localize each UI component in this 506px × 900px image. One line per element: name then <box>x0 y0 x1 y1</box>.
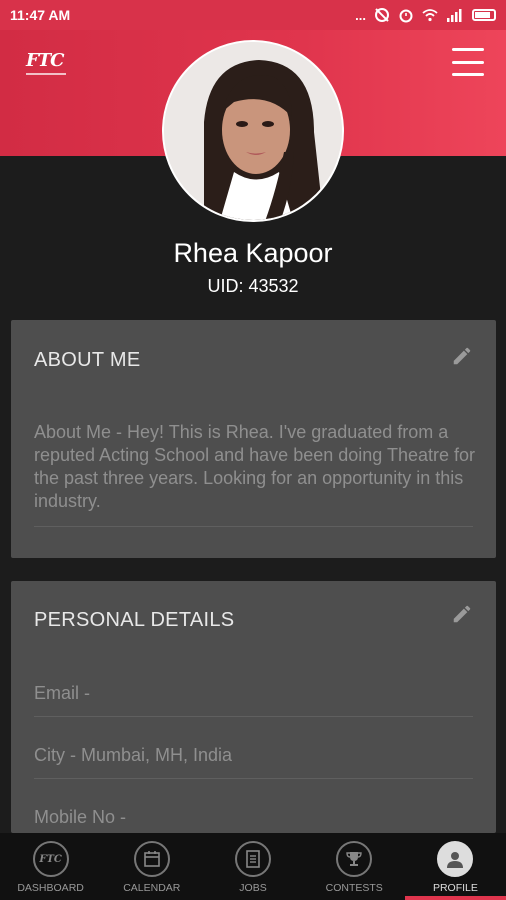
pencil-icon[interactable] <box>451 345 473 367</box>
person-icon <box>437 841 474 877</box>
profile-avatar[interactable] <box>162 40 344 222</box>
avatar-portrait <box>164 42 342 220</box>
document-icon <box>235 841 271 877</box>
wifi-icon <box>422 9 438 22</box>
more-dots-icon: ... <box>355 7 366 23</box>
calendar-glyph <box>143 851 160 867</box>
divider <box>34 716 473 717</box>
divider <box>34 526 473 527</box>
status-bar: 11:47 AM ... <box>0 0 506 30</box>
about-me-card: ABOUT ME About Me - Hey! This is Rhea. I… <box>11 320 496 558</box>
menu-line <box>452 48 484 51</box>
person-glyph <box>447 852 464 868</box>
about-me-text: About Me - Hey! This is Rhea. I've gradu… <box>34 422 475 511</box>
about-me-title: ABOUT ME <box>34 349 141 371</box>
email-field[interactable]: Email - <box>34 683 90 704</box>
signal-icon <box>447 9 462 22</box>
calendar-icon <box>133 841 170 877</box>
mobile-field[interactable]: Mobile No - <box>34 807 126 828</box>
profile-uid: UID: 43532 <box>207 276 299 296</box>
ftc-logo-icon: FTC <box>32 841 69 877</box>
alarm-icon <box>399 9 413 23</box>
nav-calendar[interactable]: CALENDAR <box>101 833 202 900</box>
nav-label: JOBS <box>239 882 267 894</box>
divider <box>34 778 473 779</box>
active-tab-indicator <box>404 896 506 900</box>
bottom-navigation: FTC DASHBOARD CALENDAR JOBS CONTESTS PRO… <box>0 833 506 900</box>
ftc-logo[interactable]: FTC <box>26 50 64 71</box>
nav-label: CALENDAR <box>123 882 181 894</box>
nav-dashboard[interactable]: FTC DASHBOARD <box>0 833 101 900</box>
pencil-icon[interactable] <box>451 603 473 625</box>
ftc-logo-icon-text: FTC <box>39 853 62 865</box>
nav-profile[interactable]: PROFILE <box>404 833 506 900</box>
nav-jobs[interactable]: JOBS <box>202 833 303 900</box>
nav-label: PROFILE <box>432 882 478 894</box>
battery-icon <box>472 9 496 21</box>
trophy-glyph <box>346 852 362 866</box>
nav-label: DASHBOARD <box>17 882 84 894</box>
menu-line <box>452 73 484 76</box>
nav-contests[interactable]: CONTESTS <box>304 833 405 900</box>
document-glyph <box>246 850 260 868</box>
personal-details-title: PERSONAL DETAILS <box>34 609 235 631</box>
menu-line <box>452 60 484 64</box>
logo-underline <box>26 73 66 75</box>
status-time: 11:47 AM <box>10 7 71 23</box>
status-icons: ... <box>355 7 496 23</box>
profile-name: Rhea Kapoor <box>173 238 333 268</box>
nav-label: CONTESTS <box>325 882 383 894</box>
trophy-icon <box>336 841 373 877</box>
sync-off-icon <box>375 8 389 22</box>
personal-details-card: PERSONAL DETAILS Email - City - Mumbai, … <box>11 581 496 833</box>
city-field[interactable]: City - Mumbai, MH, India <box>34 745 232 766</box>
hamburger-menu-icon[interactable] <box>452 48 484 76</box>
